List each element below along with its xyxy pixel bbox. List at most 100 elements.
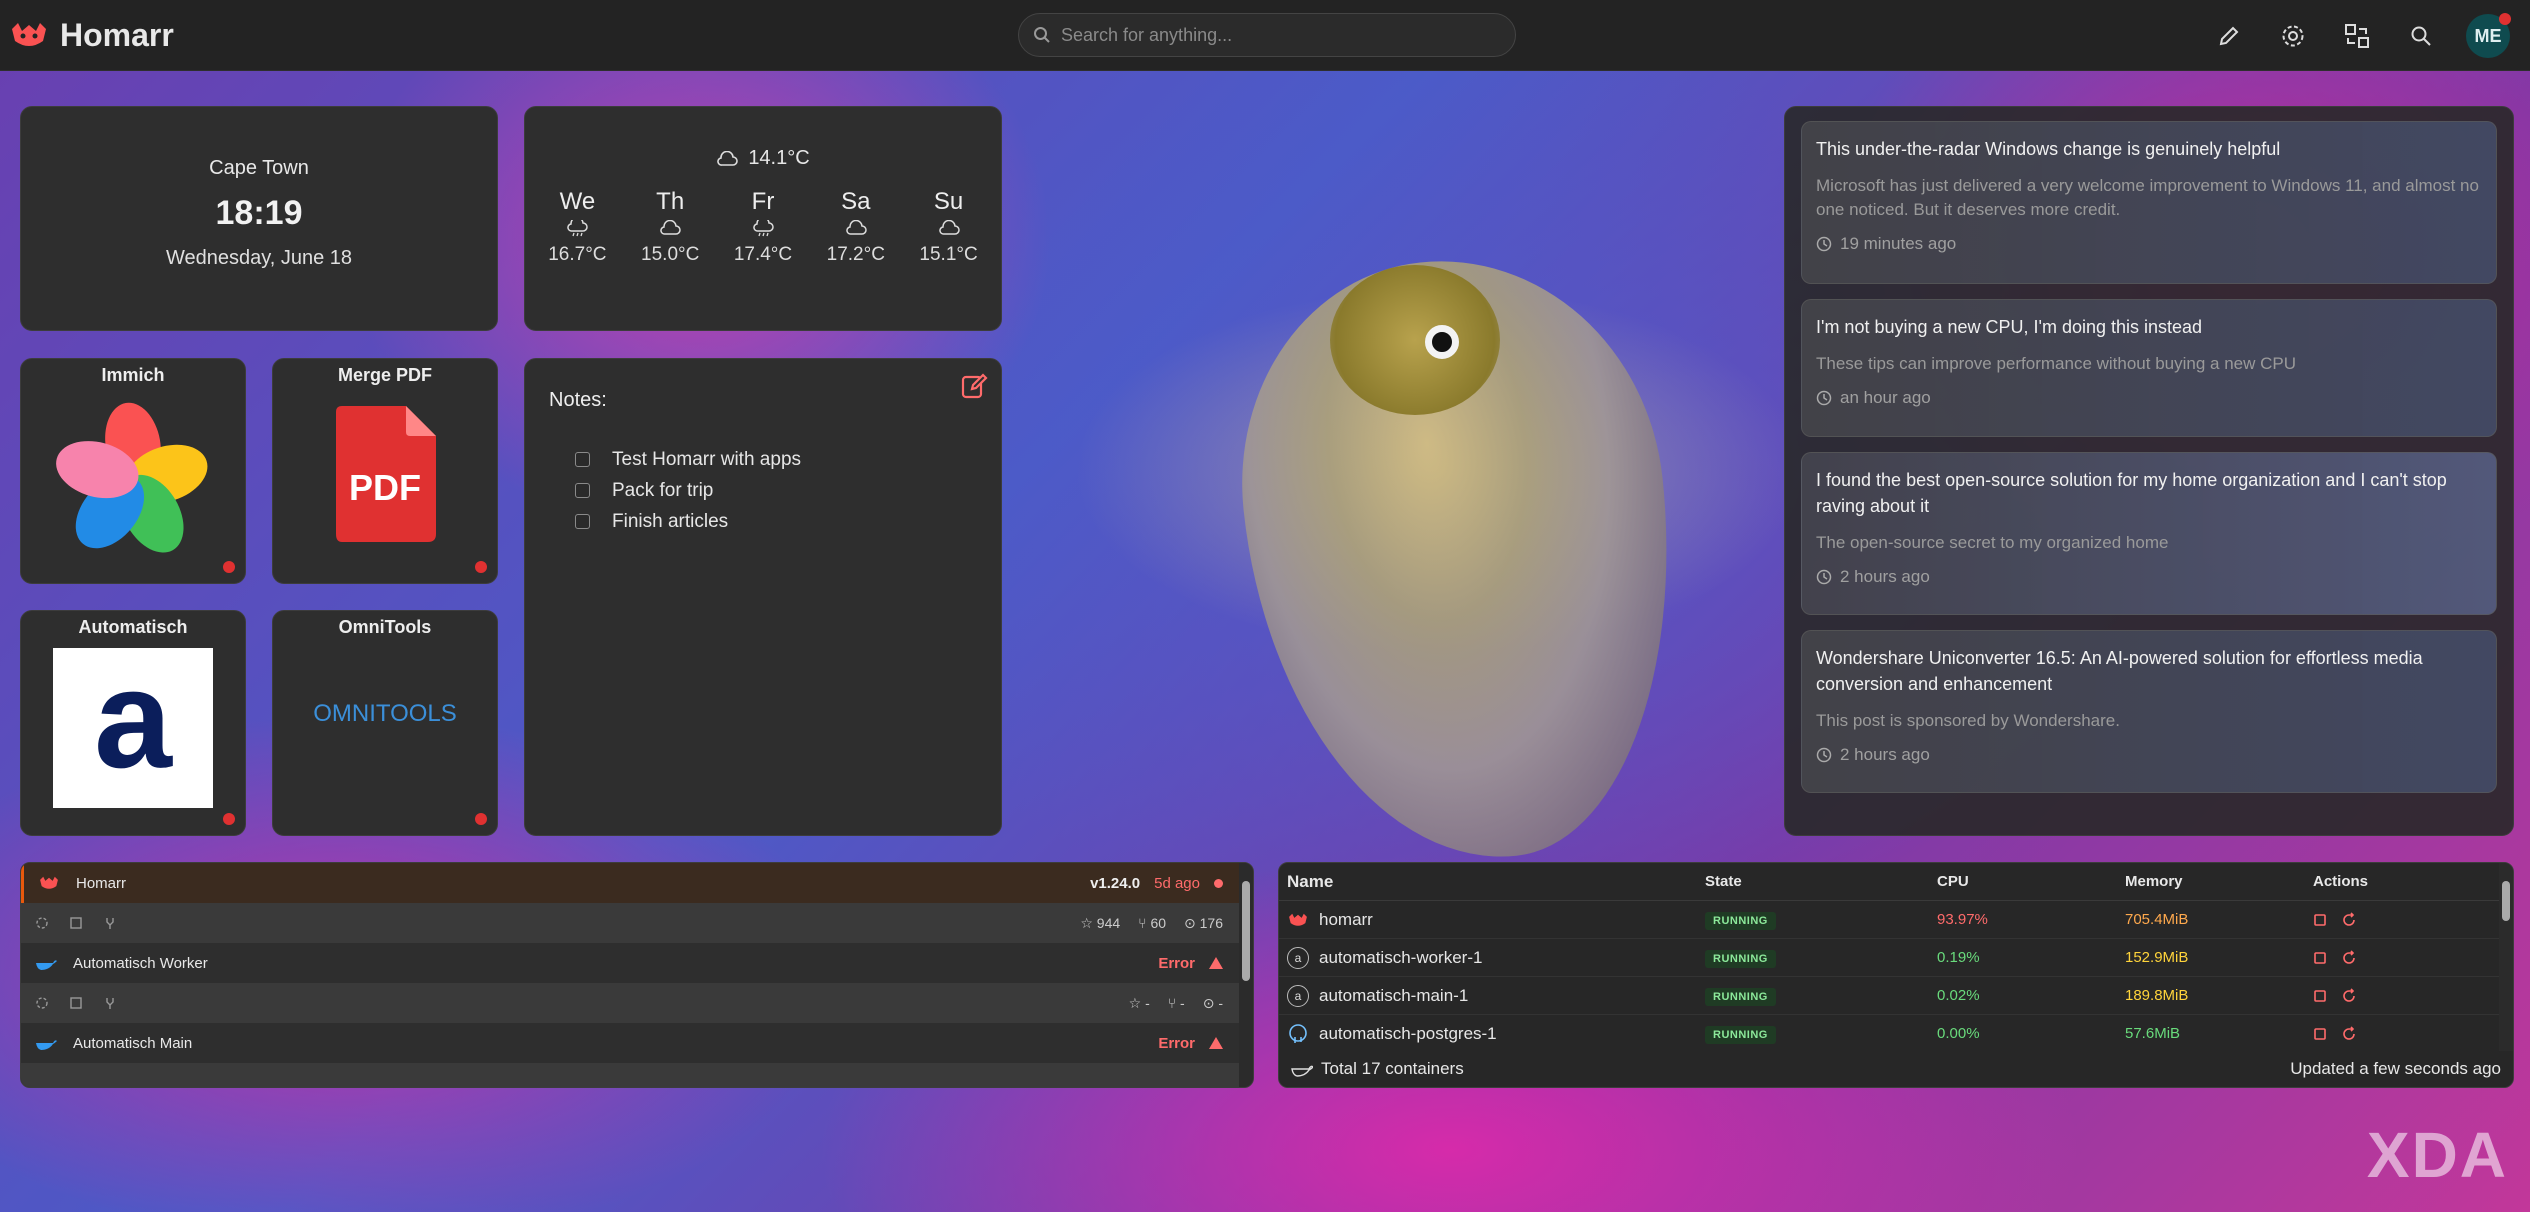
stop-icon[interactable] (2313, 913, 2327, 927)
restart-icon[interactable] (2341, 911, 2357, 928)
container-name: automatisch-postgres-1 (1319, 1023, 1497, 1043)
rss-item[interactable]: I'm not buying a new CPU, I'm doing this… (1801, 299, 2497, 437)
forks-count: ⑂ 60 (1138, 915, 1167, 931)
clock-icon (1816, 569, 1832, 585)
archive-icon[interactable] (69, 996, 83, 1010)
scrollbar-thumb[interactable] (1242, 881, 1250, 981)
homarr-logo-icon (1289, 913, 1307, 926)
spotlight-search-button[interactable] (2402, 15, 2440, 57)
rss-summary: The open-source secret to my organized h… (1816, 533, 2169, 552)
user-avatar[interactable]: ME (2466, 13, 2511, 58)
app-tile-automatisch[interactable]: Automatisch a (20, 610, 246, 836)
table-row[interactable]: a automatisch-main-1 RUNNING 0.02% 189.8M… (1279, 977, 2513, 1015)
settings-button[interactable] (2274, 15, 2312, 57)
note-checkbox[interactable] (575, 514, 590, 529)
postgres-elephant-icon (1289, 1023, 1307, 1043)
refresh-icon[interactable] (35, 996, 49, 1010)
col-name[interactable]: Name (1287, 872, 1705, 892)
note-checkbox[interactable] (575, 483, 590, 498)
fork-icon[interactable] (103, 996, 117, 1010)
rss-summary: This post is sponsored by Wondershare. (1816, 711, 2120, 730)
stop-icon[interactable] (2313, 989, 2327, 1003)
rss-summary: Microsoft has just delivered a very welc… (1816, 176, 2479, 219)
forecast-day-name: Fr (751, 188, 775, 215)
release-name: Automatisch Main (73, 1034, 193, 1052)
stop-icon[interactable] (2313, 1027, 2327, 1041)
app-logo[interactable]: Homarr (8, 17, 174, 54)
table-row[interactable]: a automatisch-worker-1 RUNNING 0.19% 152.… (1279, 939, 2513, 977)
cloud-icon (717, 150, 739, 166)
rss-headline: I'm not buying a new CPU, I'm doing this… (1816, 317, 2203, 337)
warning-icon (1209, 1037, 1223, 1049)
edit-mode-button[interactable] (2210, 15, 2248, 57)
restart-icon[interactable] (2341, 949, 2357, 966)
forecast-temp: 15.1°C (919, 244, 978, 265)
refresh-icon[interactable] (35, 916, 49, 930)
rss-item[interactable]: This under-the-radar Windows change is g… (1801, 121, 2497, 284)
app-name: Immich (101, 365, 165, 385)
col-cpu[interactable]: CPU (1937, 873, 2125, 890)
clock-widget: Cape Town 18:19 Wednesday, June 18 (20, 106, 498, 331)
release-row-automatisch-worker[interactable]: Automatisch Worker Error (21, 943, 1253, 983)
automatisch-logo-text: a (94, 640, 172, 797)
release-row-homarr[interactable]: Homarr v1.24.0 5d ago (21, 863, 1253, 903)
app-title: Homarr (60, 16, 174, 53)
rss-time-text: an hour ago (1840, 388, 1931, 407)
search-input[interactable] (1061, 24, 1481, 46)
background-bird-head (1330, 265, 1500, 415)
release-row-automatisch-main[interactable]: Automatisch Main Error (21, 1023, 1253, 1063)
rss-item[interactable]: Wondershare Uniconverter 16.5: An AI-pow… (1801, 630, 2497, 793)
search-bar[interactable] (1018, 13, 1516, 57)
restart-icon[interactable] (2341, 987, 2357, 1004)
app-tile-omnitools[interactable]: OmniTools OMNITOOLS (272, 610, 498, 836)
notes-title: Notes: (549, 389, 607, 411)
top-actions: ME (2210, 13, 2511, 58)
forecast-day: Su 15.1°C (909, 188, 989, 266)
forecast-day-name: Su (933, 188, 964, 215)
rss-time-text: 19 minutes ago (1840, 234, 1957, 253)
pdf-logo-text: PDF (349, 467, 421, 508)
docker-icon (1291, 1065, 1313, 1077)
app-tile-merge-pdf[interactable]: Merge PDF PDF (272, 358, 498, 584)
containers-footer: Total 17 containers Updated a few second… (1279, 1051, 2513, 1087)
search-icon (2411, 26, 2431, 46)
note-item: Pack for trip (575, 475, 977, 506)
restart-icon[interactable] (2341, 1025, 2357, 1042)
releases-scrollbar[interactable] (1239, 863, 1253, 1087)
xda-watermark: XDA (2366, 1119, 2508, 1191)
release-details-automatisch-worker: ☆ - ⑂ - ⊙ - (21, 983, 1253, 1023)
table-row[interactable]: automatisch-postgres-1 RUNNING 0.00% 57.… (1279, 1015, 2513, 1053)
col-actions: Actions (2313, 873, 2369, 890)
rss-feed-widget: This under-the-radar Windows change is g… (1784, 106, 2514, 836)
col-state[interactable]: State (1705, 873, 1937, 890)
status-badge: RUNNING (1705, 1026, 1776, 1044)
archive-icon[interactable] (69, 916, 83, 930)
stop-icon[interactable] (2313, 951, 2327, 965)
gear-icon (2282, 25, 2304, 47)
scrollbar-thumb[interactable] (2502, 881, 2510, 921)
rss-item[interactable]: I found the best open-source solution fo… (1801, 452, 2497, 615)
stars-value: 944 (1096, 914, 1121, 931)
containers-scrollbar[interactable] (2499, 863, 2513, 1053)
rss-headline: I found the best open-source solution fo… (1816, 470, 2447, 516)
note-item: Finish articles (575, 506, 977, 537)
notes-edit-button[interactable] (959, 371, 989, 406)
forks-value: - (1180, 995, 1185, 1011)
fork-icon[interactable] (103, 916, 117, 930)
cloud-icon (660, 220, 681, 235)
note-checkbox[interactable] (575, 452, 590, 467)
app-name: OmniTools (338, 617, 432, 637)
col-memory[interactable]: Memory (2125, 873, 2313, 890)
docker-containers-widget: Name State CPU Memory Actions homarr RUN… (1278, 862, 2514, 1088)
stars-count: ☆ 944 (1080, 914, 1121, 931)
status-badge: RUNNING (1705, 912, 1776, 930)
switch-board-button[interactable] (2338, 15, 2376, 57)
notes-widget: Notes: Test Homarr with apps Pack for tr… (524, 358, 1002, 836)
table-row[interactable]: homarr RUNNING 93.97% 705.4MiB (1279, 901, 2513, 939)
new-release-dot (1214, 878, 1223, 888)
container-cpu: 93.97% (1937, 911, 1988, 928)
container-memory: 152.9MiB (2125, 949, 2189, 966)
issues-value: - (1218, 994, 1223, 1011)
clock-icon (1816, 390, 1832, 406)
app-tile-immich[interactable]: Immich (20, 358, 246, 584)
